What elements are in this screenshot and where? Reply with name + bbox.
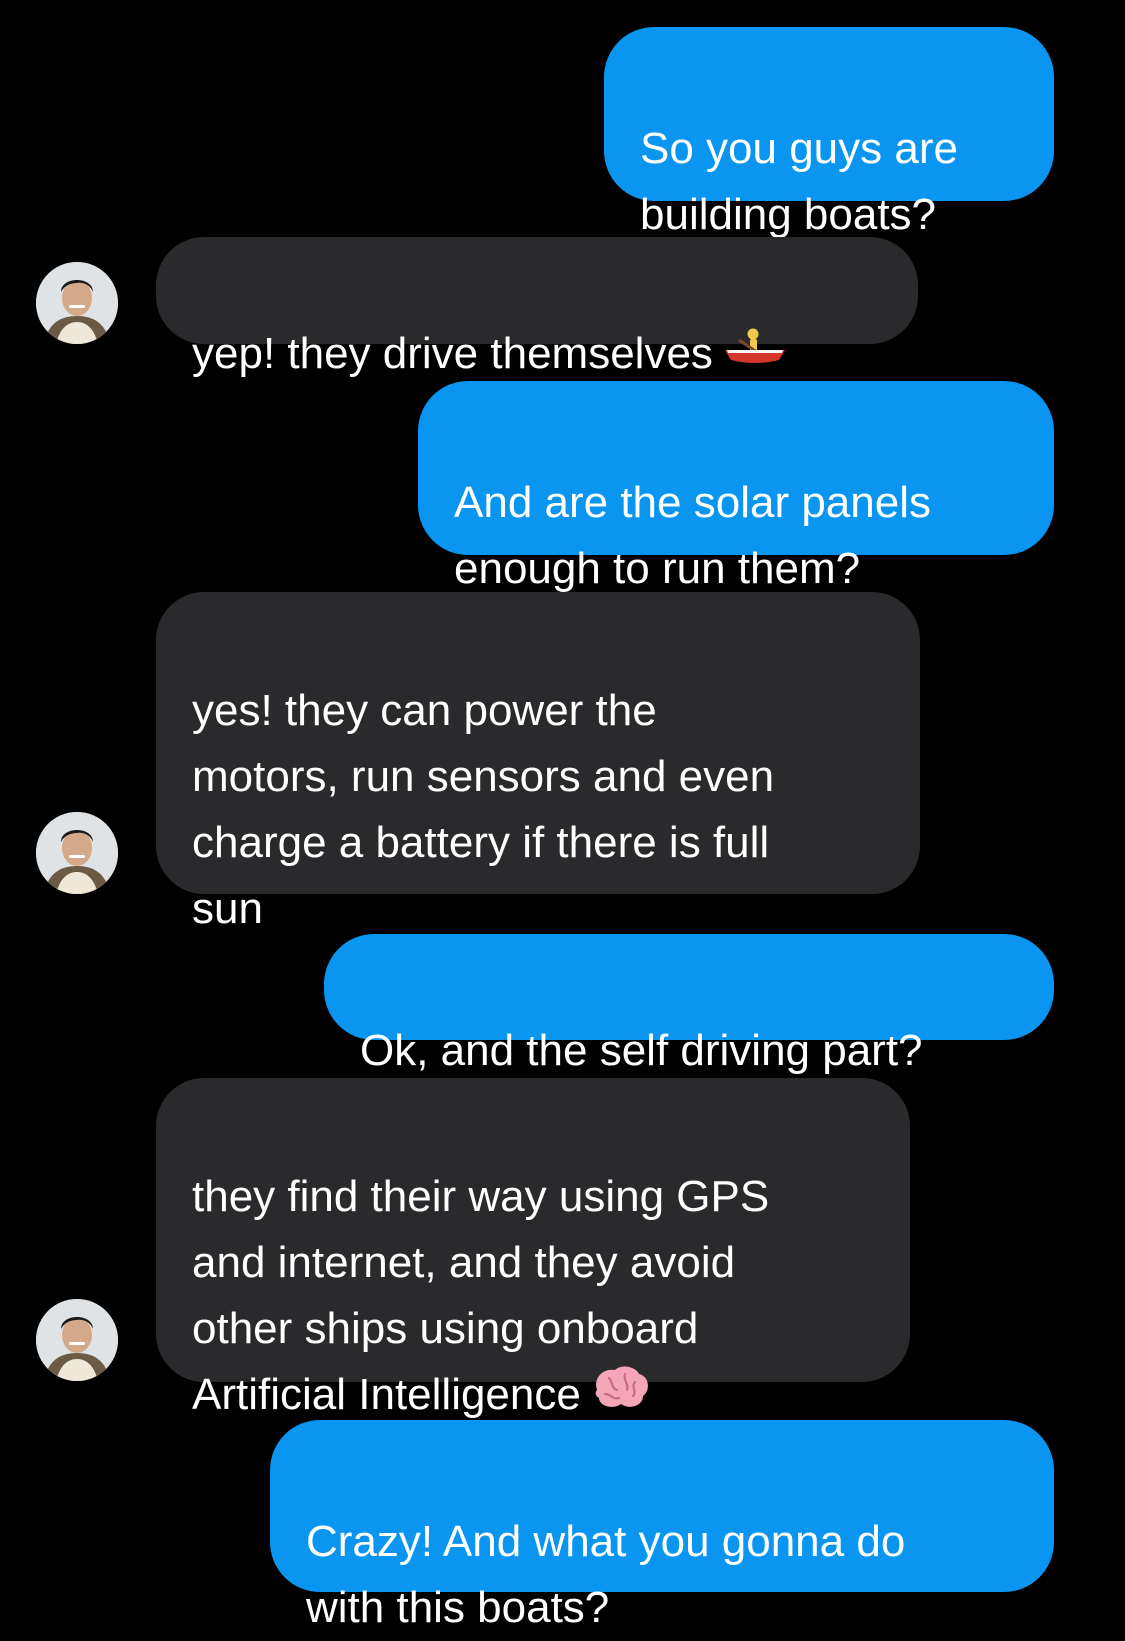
message-text: yep! they drive themselves [192,329,713,378]
message-text: Crazy! And what you gonna do with this b… [306,1517,906,1632]
message-text: they find their way using GPS and intern… [192,1172,770,1419]
rowboat-icon [723,323,787,389]
message-text: And are the solar panels enough to run t… [454,478,931,593]
avatar-image [36,812,118,894]
avatar-image [36,1299,118,1381]
message-text: yes! they can power the motors, run sens… [192,686,775,933]
outgoing-message-bubble[interactable]: So you guys are building boats? [604,27,1054,239]
outgoing-message-bubble[interactable]: Ok, and the self driving part? [324,934,1054,1075]
contact-avatar[interactable] [36,1299,118,1381]
incoming-message-bubble[interactable]: yep! they drive themselves [156,237,918,378]
incoming-message-bubble[interactable]: they find their way using GPS and intern… [156,1078,910,1419]
outgoing-message-bubble[interactable]: And are the solar panels enough to run t… [418,381,1054,593]
message-thread: So you guys are building boats? yep! the… [0,0,1125,1632]
message-text: So you guys are building boats? [640,124,958,239]
message-text: Ok, and the self driving part? [360,1026,923,1075]
incoming-message-bubble[interactable]: yes! they can power the motors, run sens… [156,592,920,933]
contact-avatar[interactable] [36,262,118,344]
contact-avatar[interactable] [36,812,118,894]
outgoing-message-bubble[interactable]: Crazy! And what you gonna do with this b… [270,1420,1054,1632]
avatar-image [36,262,118,344]
